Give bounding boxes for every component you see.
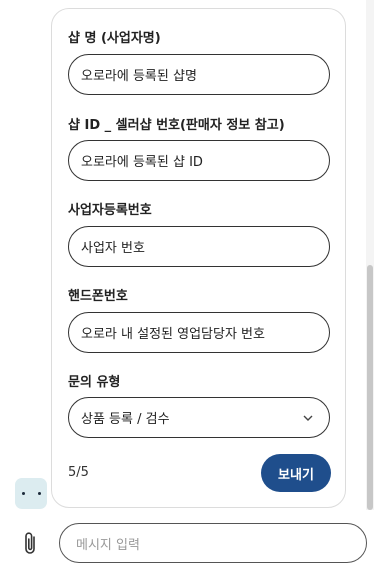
scrollbar-thumb[interactable]: [367, 265, 373, 510]
send-button[interactable]: 보내기: [261, 454, 331, 492]
page-counter: 5/5: [68, 465, 89, 480]
shop-id-field[interactable]: 오로라에 등록된 샵 ID: [68, 140, 330, 181]
chevron-down-icon: [303, 415, 313, 421]
inquiry-type-value: 상품 등록 / 검수: [81, 412, 170, 427]
shop-name-field[interactable]: 오로라에 등록된 샵명: [68, 54, 330, 95]
phone-number-label: 핸드폰번호: [68, 289, 128, 304]
avatar-eye-icon: [38, 492, 41, 495]
inquiry-type-select[interactable]: 상품 등록 / 검수: [68, 397, 330, 438]
shop-name-label: 샵 명 (사업자명): [68, 31, 161, 46]
shop-id-label: 샵 ID _ 셀러샵 번호(판매자 정보 참고): [68, 118, 285, 133]
message-input[interactable]: 메시지 입력: [59, 523, 367, 563]
inquiry-type-label: 문의 유형: [68, 375, 121, 390]
business-number-label: 사업자등록번호: [68, 203, 152, 218]
paperclip-icon[interactable]: [18, 530, 44, 558]
business-number-field[interactable]: 사업자 번호: [68, 226, 330, 267]
bot-avatar: [15, 478, 47, 509]
phone-number-field[interactable]: 오로라 내 설정된 영업담당자 번호: [68, 312, 330, 353]
form-card: 샵 명 (사업자명) 오로라에 등록된 샵명 샵 ID _ 셀러샵 번호(판매자…: [51, 8, 346, 508]
avatar-eye-icon: [22, 492, 25, 495]
